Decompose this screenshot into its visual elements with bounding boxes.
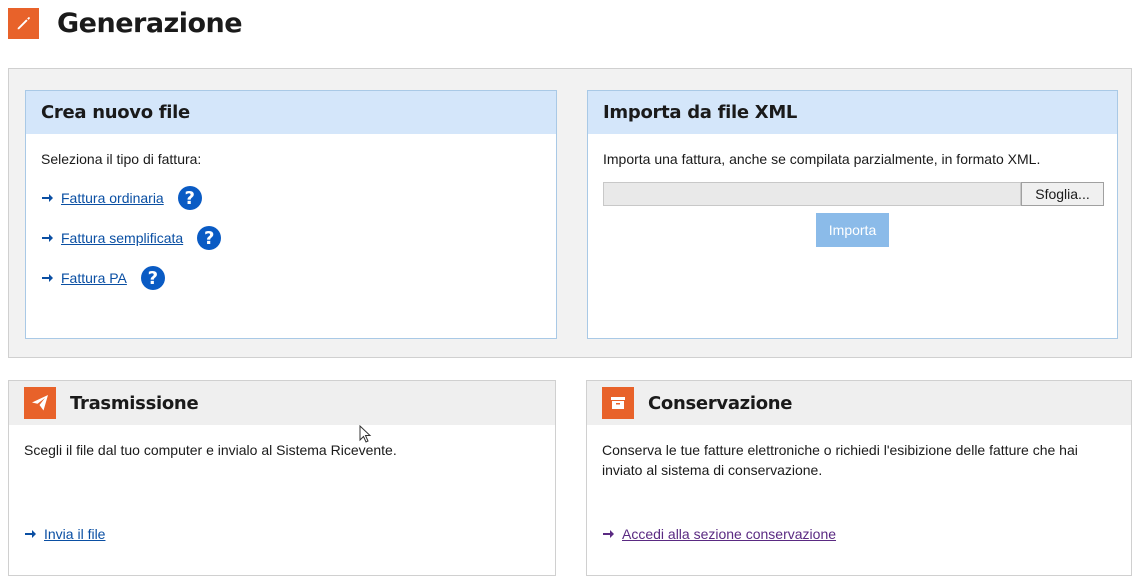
import-button[interactable]: Importa (816, 213, 889, 247)
crea-nuovo-file-card: Crea nuovo file Seleziona il tipo di fat… (25, 90, 557, 339)
conservazione-description: Conserva le tue fatture elettroniche o r… (602, 442, 1078, 478)
archive-box-icon (602, 387, 634, 419)
importa-xml-card: Importa da file XML Importa una fattura,… (587, 90, 1118, 339)
fattura-pa-link[interactable]: Fattura PA (61, 270, 127, 286)
file-path-input[interactable] (603, 182, 1021, 206)
arrow-right-icon (603, 530, 614, 538)
crea-intro: Seleziona il tipo di fattura: (41, 151, 202, 167)
arrow-right-icon (25, 530, 36, 538)
arrow-right-icon (42, 274, 53, 282)
help-icon[interactable]: ? (177, 186, 202, 210)
invoice-type-item: Fattura PA ? (41, 265, 541, 291)
importa-intro: Importa una fattura, anche se compilata … (603, 151, 1041, 167)
help-icon[interactable]: ? (140, 266, 165, 290)
conservazione-title: Conservazione (648, 392, 793, 414)
file-picker: Sfoglia... (603, 182, 1104, 206)
accedi-link-row: Accedi alla sezione conservazione (602, 526, 836, 542)
pencil-icon (8, 7, 39, 39)
trasmissione-title: Trasmissione (70, 392, 199, 414)
arrow-right-icon (42, 234, 53, 242)
fattura-ordinaria-link[interactable]: Fattura ordinaria (61, 190, 164, 206)
page: Generazione Crea nuovo file Seleziona il… (0, 0, 1137, 583)
accedi-conservazione-link[interactable]: Accedi alla sezione conservazione (622, 526, 836, 542)
fattura-semplificata-link[interactable]: Fattura semplificata (61, 230, 183, 246)
page-header: Generazione (8, 6, 243, 40)
conservazione-header: Conservazione (587, 381, 1131, 425)
invoice-type-item: Fattura semplificata ? (41, 225, 541, 251)
trasmissione-card: Trasmissione Scegli il file dal tuo comp… (8, 380, 556, 576)
invoice-type-item: Fattura ordinaria ? (41, 185, 541, 211)
conservazione-card: Conservazione Conserva le tue fatture el… (586, 380, 1132, 576)
importa-card-title: Importa da file XML (588, 91, 1117, 134)
trasmissione-header: Trasmissione (9, 381, 555, 425)
page-title: Generazione (57, 7, 243, 39)
invia-link-row: Invia il file (24, 526, 105, 542)
crea-card-title: Crea nuovo file (26, 91, 556, 134)
trasmissione-description: Scegli il file dal tuo computer e invial… (24, 442, 397, 458)
invia-il-file-link[interactable]: Invia il file (44, 526, 105, 542)
mouse-cursor-icon (359, 425, 372, 443)
browse-button[interactable]: Sfoglia... (1021, 182, 1104, 206)
invoice-type-list: Fattura ordinaria ? Fattura semplificata… (41, 185, 541, 291)
paper-plane-icon (24, 387, 56, 419)
generazione-panel: Crea nuovo file Seleziona il tipo di fat… (8, 68, 1132, 358)
help-icon[interactable]: ? (197, 226, 222, 250)
arrow-right-icon (42, 194, 53, 202)
